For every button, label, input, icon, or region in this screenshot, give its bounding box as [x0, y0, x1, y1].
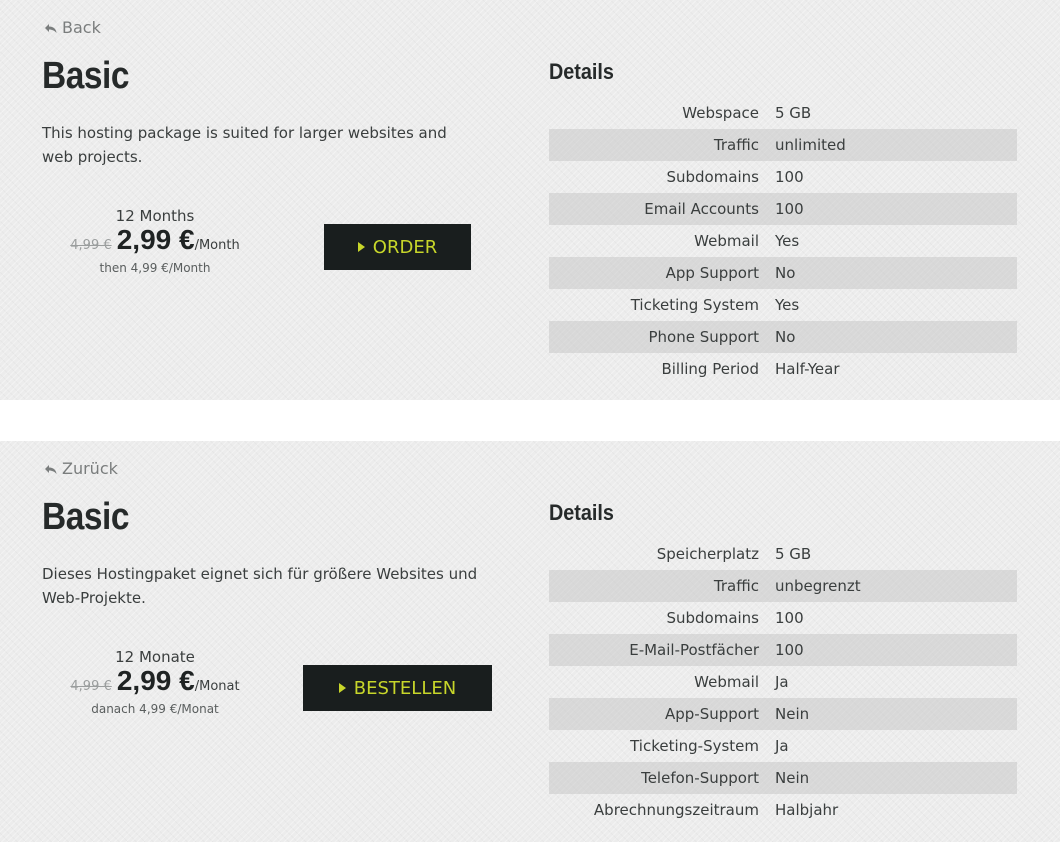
detail-label: Ticketing System	[630, 296, 759, 314]
detail-label: Webmail	[694, 232, 759, 250]
detail-label: Telefon-Support	[641, 769, 759, 787]
detail-label: App Support	[665, 264, 759, 282]
detail-value: 100	[775, 609, 804, 627]
detail-row: Telefon-Support Nein	[549, 762, 1017, 794]
detail-value: Half-Year	[775, 360, 840, 378]
detail-row: Traffic unbegrenzt	[549, 570, 1017, 602]
back-link[interactable]: Back	[44, 18, 101, 37]
price-period: 12 Monate	[115, 648, 195, 666]
detail-value: Nein	[775, 769, 810, 787]
detail-label: Phone Support	[648, 328, 759, 346]
back-link-label: Zurück	[62, 459, 118, 478]
price-box: 12 Months 4,99 € 2,99 €/Month then 4,99 …	[69, 206, 241, 276]
detail-label: Abrechnungszeitraum	[593, 801, 759, 819]
detail-row: App Support No	[549, 257, 1017, 289]
detail-row: Subdomains 100	[549, 161, 1017, 193]
detail-label: Subdomains	[666, 168, 759, 186]
detail-row: Speicherplatz 5 GB	[549, 538, 1017, 570]
detail-label: E-Mail-Postfächer	[629, 641, 759, 659]
detail-row: Abrechnungszeitraum Halbjahr	[549, 794, 1017, 826]
back-link-label: Back	[62, 18, 101, 37]
detail-value: Ja	[775, 737, 789, 755]
price-unit: /Month	[194, 238, 240, 253]
details-heading: Details	[549, 59, 614, 84]
detail-value: Yes	[775, 296, 800, 314]
old-price: 4,99 €	[70, 238, 112, 253]
detail-row: Phone Support No	[549, 321, 1017, 353]
detail-value: Ja	[775, 673, 789, 691]
price-period: 12 Months	[115, 207, 195, 225]
reply-arrow-icon	[45, 464, 57, 474]
detail-row: Ticketing-System Ja	[549, 730, 1017, 762]
detail-label: Email Accounts	[644, 200, 759, 218]
order-button[interactable]: BESTELLEN	[303, 665, 492, 711]
detail-row: Webmail Ja	[549, 666, 1017, 698]
details-table: Speicherplatz 5 GB Traffic unbegrenzt Subd…	[549, 538, 1017, 826]
detail-value: unbegrenzt	[775, 577, 861, 595]
product-panel-german: Zurück Basic Dieses Hostingpaket eignet …	[0, 441, 1060, 842]
detail-label: Ticketing-System	[630, 737, 759, 755]
order-button[interactable]: ORDER	[324, 224, 471, 270]
detail-label: Speicherplatz	[656, 545, 759, 563]
detail-value: 100	[775, 641, 804, 659]
detail-value: 100	[775, 168, 804, 186]
detail-label: Webmail	[694, 673, 759, 691]
detail-value: 5 GB	[775, 104, 812, 122]
plan-description: This hosting package is suited for large…	[42, 124, 447, 166]
detail-value: 5 GB	[775, 545, 812, 563]
plan-description: Dieses Hostingpaket eignet sich für größ…	[42, 565, 478, 607]
play-arrow-icon	[338, 683, 346, 693]
detail-row: Email Accounts 100	[549, 193, 1017, 225]
detail-value: Nein	[775, 705, 810, 723]
detail-value: No	[775, 264, 796, 282]
price-line: 4,99 € 2,99 €/Month	[69, 226, 241, 260]
detail-value: unlimited	[775, 136, 846, 154]
details-heading: Details	[549, 500, 614, 525]
detail-row: Traffic unlimited	[549, 129, 1017, 161]
followup-price: then 4,99 €/Month	[99, 261, 211, 275]
back-link[interactable]: Zurück	[44, 459, 118, 478]
price-unit: /Monat	[194, 679, 240, 694]
details-table: Webspace 5 GB Traffic unlimited Subdomains…	[549, 97, 1017, 385]
new-price: 2,99 €	[116, 665, 195, 696]
detail-row: Webspace 5 GB	[549, 97, 1017, 129]
detail-row: Billing Period Half-Year	[549, 353, 1017, 385]
followup-price: danach 4,99 €/Monat	[91, 702, 219, 716]
detail-row: Webmail Yes	[549, 225, 1017, 257]
detail-row: Subdomains 100	[549, 602, 1017, 634]
detail-value: 100	[775, 200, 804, 218]
plan-title: Basic	[42, 55, 130, 97]
detail-row: App-Support Nein	[549, 698, 1017, 730]
detail-label: App-Support	[664, 705, 759, 723]
detail-label: Traffic	[713, 136, 759, 154]
detail-row: Ticketing System Yes	[549, 289, 1017, 321]
detail-label: Traffic	[713, 577, 759, 595]
detail-label: Billing Period	[661, 360, 759, 378]
detail-value: Halbjahr	[775, 801, 839, 819]
plan-title: Basic	[42, 496, 130, 538]
order-button-label: ORDER	[372, 236, 438, 258]
play-arrow-icon	[357, 242, 365, 252]
detail-row: E-Mail-Postfächer 100	[549, 634, 1017, 666]
detail-label: Webspace	[682, 104, 759, 122]
order-button-label: BESTELLEN	[353, 677, 457, 699]
product-panel-english: Back Basic This hosting package is suite…	[0, 0, 1060, 400]
detail-value: No	[775, 328, 796, 346]
detail-value: Yes	[775, 232, 800, 250]
new-price: 2,99 €	[116, 224, 195, 255]
detail-label: Subdomains	[666, 609, 759, 627]
reply-arrow-icon	[45, 23, 57, 33]
old-price: 4,99 €	[70, 679, 112, 694]
price-line: 4,99 € 2,99 €/Monat	[69, 667, 241, 701]
price-box: 12 Monate 4,99 € 2,99 €/Monat danach 4,9…	[69, 647, 241, 717]
